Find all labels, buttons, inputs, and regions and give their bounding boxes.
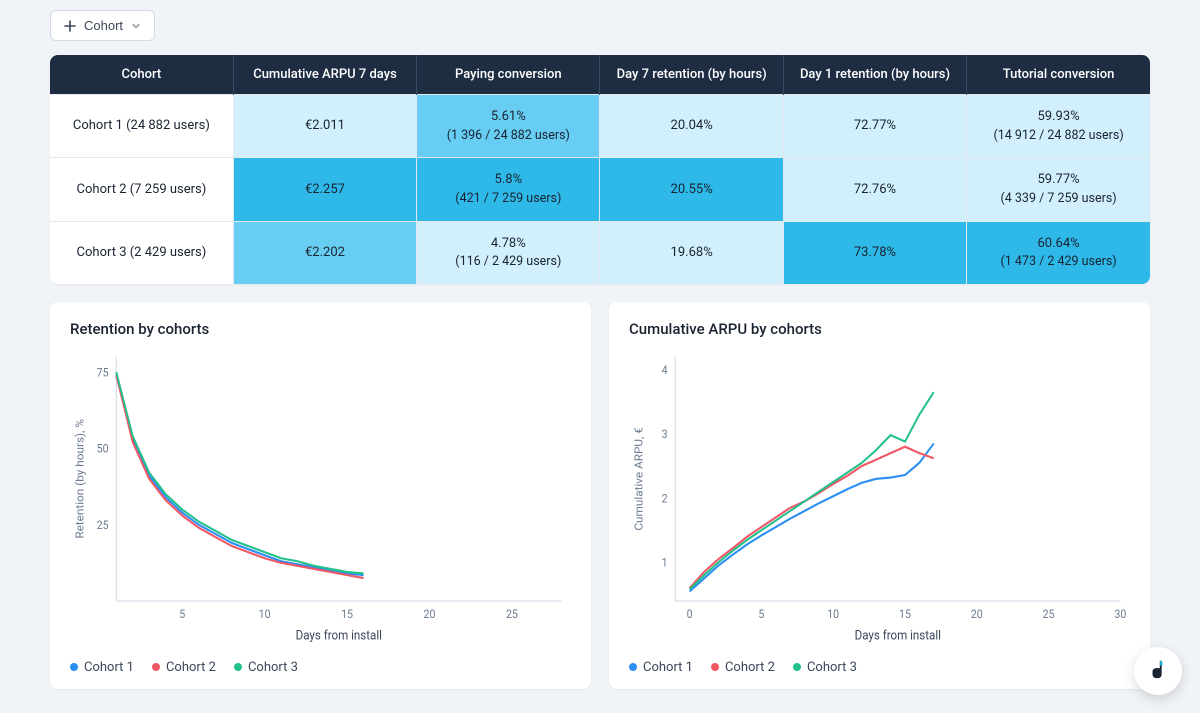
table-header: Day 1 retention (by hours) xyxy=(783,55,966,95)
table-cell: €2.202 xyxy=(233,221,416,284)
brand-fab[interactable] xyxy=(1134,647,1182,695)
legend-label: Cohort 2 xyxy=(725,660,775,675)
table-cell: €2.011 xyxy=(233,95,416,158)
svg-text:10: 10 xyxy=(259,607,271,621)
legend-dot-icon xyxy=(234,663,242,671)
chart-title: Cumulative ARPU by cohorts xyxy=(629,320,1130,338)
table-cell: 19.68% xyxy=(600,221,783,284)
svg-text:Days from install: Days from install xyxy=(296,628,382,643)
svg-text:Cumulative ARPU, €: Cumulative ARPU, € xyxy=(633,427,645,531)
legend-dot-icon xyxy=(629,663,637,671)
legend-label: Cohort 3 xyxy=(248,660,298,675)
brand-icon xyxy=(1147,658,1169,684)
chart-legend: Cohort 1 Cohort 2 Cohort 3 xyxy=(629,660,1130,675)
legend-label: Cohort 1 xyxy=(84,660,134,675)
table-cell: Cohort 2 (7 259 users) xyxy=(50,158,233,221)
legend-label: Cohort 3 xyxy=(807,660,857,675)
table-cell: 72.77% xyxy=(783,95,966,158)
svg-text:5: 5 xyxy=(179,607,185,621)
svg-text:2: 2 xyxy=(662,492,668,506)
table-cell: 59.77%(4 339 / 7 259 users) xyxy=(967,158,1150,221)
svg-text:0: 0 xyxy=(687,607,693,621)
svg-text:4: 4 xyxy=(662,363,669,377)
svg-text:10: 10 xyxy=(827,607,839,621)
svg-text:3: 3 xyxy=(662,427,668,441)
legend-label: Cohort 2 xyxy=(166,660,216,675)
svg-text:50: 50 xyxy=(97,442,109,456)
table-header: Tutorial conversion xyxy=(967,55,1150,95)
table-row: Cohort 3 (2 429 users)€2.2024.78%(116 / … xyxy=(50,221,1150,284)
table-cell: 5.8%(421 / 7 259 users) xyxy=(417,158,600,221)
table-cell: 5.61%(1 396 / 24 882 users) xyxy=(417,95,600,158)
chart-title: Retention by cohorts xyxy=(70,320,571,338)
legend-dot-icon xyxy=(70,663,78,671)
table-cell: 20.04% xyxy=(600,95,783,158)
cohort-table: CohortCumulative ARPU 7 daysPaying conve… xyxy=(50,55,1150,284)
table-header: Paying conversion xyxy=(417,55,600,95)
chevron-down-icon xyxy=(131,21,141,31)
plus-icon xyxy=(64,20,76,32)
legend-item[interactable]: Cohort 2 xyxy=(152,660,216,675)
table-row: Cohort 1 (24 882 users)€2.0115.61%(1 396… xyxy=(50,95,1150,158)
table-cell: 60.64%(1 473 / 2 429 users) xyxy=(967,221,1150,284)
chart-retention: Retention by cohorts 25 50 75 5 10 15 20 25 Days… xyxy=(50,302,591,689)
table-cell: 73.78% xyxy=(783,221,966,284)
svg-text:1: 1 xyxy=(662,556,668,570)
toolbar: Cohort xyxy=(50,10,1150,41)
svg-text:25: 25 xyxy=(97,518,109,532)
legend-label: Cohort 1 xyxy=(643,660,693,675)
chart-arpu: Cumulative ARPU by cohorts 1 2 3 4 0 5 10 15 20 2… xyxy=(609,302,1150,689)
svg-text:5: 5 xyxy=(758,607,764,621)
add-cohort-button[interactable]: Cohort xyxy=(50,10,155,41)
table-cell: €2.257 xyxy=(233,158,416,221)
legend-dot-icon xyxy=(793,663,801,671)
table-header: Cohort xyxy=(50,55,233,95)
table-header: Day 7 retention (by hours) xyxy=(600,55,783,95)
legend-item[interactable]: Cohort 2 xyxy=(711,660,775,675)
legend-dot-icon xyxy=(152,663,160,671)
legend-item[interactable]: Cohort 3 xyxy=(234,660,298,675)
legend-item[interactable]: Cohort 1 xyxy=(70,660,134,675)
table-cell: 20.55% xyxy=(600,158,783,221)
add-cohort-label: Cohort xyxy=(84,18,123,33)
svg-text:20: 20 xyxy=(424,607,436,621)
svg-text:25: 25 xyxy=(1043,607,1055,621)
table-cell: 59.93%(14 912 / 24 882 users) xyxy=(967,95,1150,158)
table-cell: 4.78%(116 / 2 429 users) xyxy=(417,221,600,284)
svg-text:75: 75 xyxy=(97,366,109,380)
table-header: Cumulative ARPU 7 days xyxy=(233,55,416,95)
svg-text:15: 15 xyxy=(899,607,911,621)
svg-text:15: 15 xyxy=(341,607,353,621)
table-row: Cohort 2 (7 259 users)€2.2575.8%(421 / 7… xyxy=(50,158,1150,221)
table-cell: Cohort 3 (2 429 users) xyxy=(50,221,233,284)
svg-text:30: 30 xyxy=(1114,607,1126,621)
table-cell: Cohort 1 (24 882 users) xyxy=(50,95,233,158)
chart-legend: Cohort 1 Cohort 2 Cohort 3 xyxy=(70,660,571,675)
svg-text:20: 20 xyxy=(971,607,983,621)
legend-item[interactable]: Cohort 3 xyxy=(793,660,857,675)
svg-text:Days from install: Days from install xyxy=(855,628,941,643)
svg-text:25: 25 xyxy=(506,607,518,621)
legend-item[interactable]: Cohort 1 xyxy=(629,660,693,675)
legend-dot-icon xyxy=(711,663,719,671)
svg-text:Retention (by hours), %: Retention (by hours), % xyxy=(74,419,86,539)
table-cell: 72.76% xyxy=(783,158,966,221)
